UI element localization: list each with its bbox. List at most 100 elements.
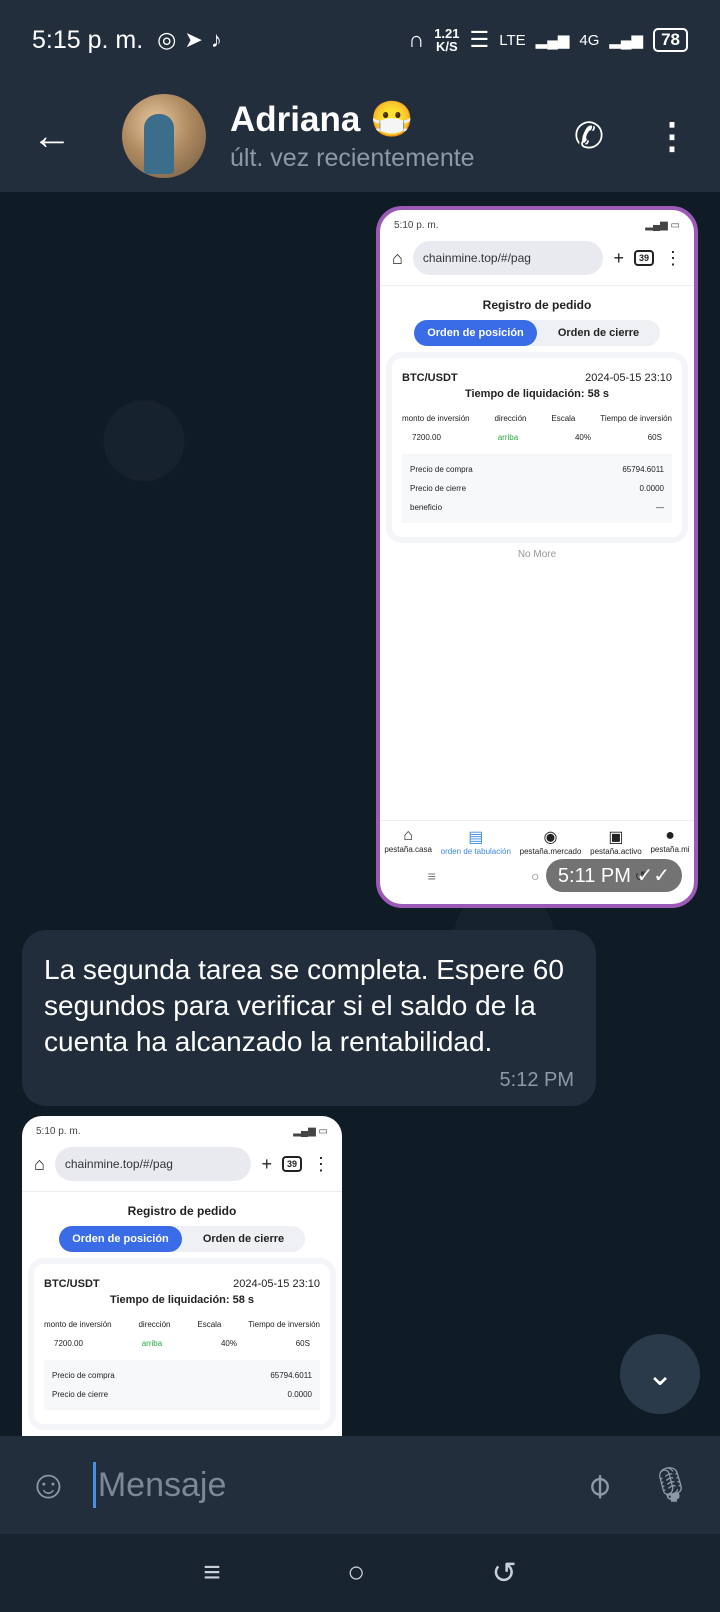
home-icon: ⌂ [34, 1153, 45, 1174]
val-time: 60S [295, 1339, 310, 1348]
close-label: Precio de cierre [52, 1390, 109, 1399]
screenshot-time: 5:10 p. m. [394, 220, 439, 231]
wallet-icon: ▣ [608, 829, 624, 846]
emoji-icon[interactable]: ☺ [28, 1463, 69, 1508]
plus-icon: + [261, 1153, 272, 1174]
message-time: 5:11 PM ✓✓ [545, 859, 682, 892]
screenshot-toggle: Orden de posición Orden de cierre [414, 320, 660, 346]
order-card: BTC/USDT 2024-05-15 23:10 Tiempo de liqu… [34, 1264, 330, 1424]
col-amount: monto de inversión [402, 414, 470, 423]
close-value: 0.0000 [639, 484, 664, 493]
phone-icon[interactable]: ✆ [574, 115, 604, 157]
more-vert-icon: ⋮ [664, 247, 682, 268]
chat-area[interactable]: 5:10 p. m. ▂▄▆ ▭ ⌂ chainmine.top/#/pag +… [0, 192, 720, 1436]
val-time: 60S [647, 433, 662, 442]
screenshot-status-bar: 5:10 p. m. ▂▄▆ ▭ [380, 210, 694, 231]
col-time: Tiempo de inversión [248, 1320, 320, 1329]
liquidation-time: Tiempo de liquidación: 58 s [464, 388, 610, 400]
order-date: 2024-05-15 23:10 [233, 1278, 320, 1290]
telegram-icon: ➤ [184, 27, 203, 52]
home-circle-icon[interactable]: ○ [347, 1556, 365, 1590]
status-right: ∩ 1.21 K/S ☰ LTE ▂▄▆ 4G ▂▄▆ 78 [408, 27, 688, 53]
tab-closed-orders: Orden de cierre [202, 1233, 285, 1245]
last-seen-status: últ. vez recientemente [230, 144, 475, 172]
col-scale: Escala [197, 1320, 222, 1329]
order-header: BTC/USDT 2024-05-15 23:10 [402, 372, 672, 384]
message-time: 5:12 PM [499, 1069, 574, 1091]
order-columns: monto de inversión dirección Escala Tiem… [44, 1316, 320, 1333]
network-speed: 1.21 K/S [434, 27, 459, 53]
no-more-label: No More [517, 549, 557, 560]
val-amount: 7200.00 [54, 1339, 83, 1348]
system-navigation: ≡ ○ ↺ [0, 1534, 720, 1612]
headphones-icon: ∩ [408, 27, 425, 52]
circle-icon: ○ [530, 868, 540, 884]
back-arrow-icon[interactable]: ← [32, 114, 92, 159]
document-icon: ▤ [468, 829, 484, 846]
scroll-down-button[interactable]: ⌄ [620, 1334, 700, 1414]
speed-unit: K/S [436, 39, 458, 54]
buy-value: 65794.6011 [270, 1371, 312, 1380]
avatar[interactable] [122, 94, 206, 178]
text-message[interactable]: La segunda tarea se completa. Espere 60 … [22, 930, 596, 1106]
plus-icon: + [613, 247, 624, 268]
nav-assets: ▣ pestaña.activo [590, 829, 642, 856]
screenshot-time: 5:10 p. m. [36, 1126, 81, 1137]
profit-label: beneficio [410, 503, 443, 512]
more-vert-icon[interactable]: ⋮ [654, 115, 690, 157]
screenshot-url: chainmine.top/#/pag [412, 241, 604, 275]
network-4g: 4G [579, 31, 600, 49]
screenshot-title: Registro de pedido [380, 285, 694, 320]
col-scale: Escala [551, 414, 576, 423]
tiktok-icon: ♪ [210, 27, 222, 52]
more-vert-icon: ⋮ [312, 1153, 330, 1174]
screenshot-title: Registro de pedido [22, 1191, 342, 1226]
col-direction: dirección [494, 414, 527, 423]
order-values: 7200.00 arriba 40% 60S [402, 427, 672, 448]
nav-home: ⌂ pestaña.casa [384, 827, 432, 854]
col-direction: dirección [138, 1320, 171, 1329]
tab-closed-orders: Orden de cierre [557, 327, 640, 339]
back-icon[interactable]: ↺ [492, 1556, 517, 1591]
pair: BTC/USDT [44, 1278, 100, 1290]
val-scale: 40% [220, 1339, 237, 1348]
val-direction: arriba [497, 433, 519, 442]
battery-indicator: 78 [653, 28, 688, 52]
text-caret [92, 1462, 96, 1508]
menu-icon: ≡ [427, 868, 436, 884]
screenshot-browser-bar: ⌂ chainmine.top/#/pag + 39 ⋮ [380, 231, 694, 285]
message-input[interactable] [97, 1465, 589, 1505]
contact-info[interactable]: Adriana 😷 últ. vez recientemente [230, 99, 475, 173]
order-details: Precio de compra 65794.6011 Precio de cie… [402, 454, 672, 523]
screenshot-status-bar: 5:10 p. m. ▂▄▆ ▭ [22, 1116, 342, 1137]
order-date: 2024-05-15 23:10 [585, 372, 672, 384]
image-message-1[interactable]: 5:10 p. m. ▂▄▆ ▭ ⌂ chainmine.top/#/pag +… [376, 206, 698, 908]
profit-value: — [656, 503, 664, 512]
microphone-icon[interactable]: 🎙 [649, 1465, 692, 1505]
network-lte: LTE [499, 31, 526, 49]
screenshot-bottom-nav: ⌂ pestaña.casa ▤ orden de tabulación ◉ pest… [380, 820, 694, 856]
val-direction: arriba [141, 1339, 163, 1348]
image-message-2[interactable]: 5:10 p. m. ▂▄▆ ▭ ⌂ chainmine.top/#/pag +… [22, 1116, 342, 1436]
status-bar: 5:15 p. m. ◎ ➤ ♪ ∩ 1.21 K/S ☰ LTE ▂▄▆ 4G… [0, 0, 720, 80]
market-icon: ◉ [543, 829, 558, 846]
notification-icons: ◎ ➤ ♪ [157, 27, 222, 53]
order-columns: monto de inversión dirección Escala Tiem… [402, 410, 672, 427]
message-text: La segunda tarea se completa. Espere 60 … [44, 954, 564, 1057]
whatsapp-icon: ◎ [157, 27, 177, 52]
signal-icon: ▂▄▆ [535, 32, 570, 49]
recents-icon[interactable]: ≡ [203, 1556, 221, 1590]
signal-icon-2: ▂▄▆ [609, 32, 644, 49]
close-label: Precio de cierre [410, 484, 467, 493]
screenshot-status-icons: ▂▄▆ ▭ [293, 1126, 328, 1137]
liquidation-time: Tiempo de liquidación: 58 s [109, 1294, 255, 1306]
screenshot-status-icons: ▂▄▆ ▭ [645, 220, 680, 231]
screenshot-browser-bar: ⌂ chainmine.top/#/pag + 39 ⋮ [22, 1137, 342, 1191]
nav-orders: ▤ orden de tabulación [440, 829, 511, 856]
wifi-icon: ☰ [469, 27, 490, 52]
message-input-bar: ☺ ⌀ 🎙 [0, 1436, 720, 1534]
close-value: 0.0000 [287, 1390, 312, 1399]
contact-name: Adriana 😷 [230, 100, 414, 139]
nav-market: ◉ pestaña.mercado [519, 829, 582, 856]
buy-label: Precio de compra [52, 1371, 115, 1380]
